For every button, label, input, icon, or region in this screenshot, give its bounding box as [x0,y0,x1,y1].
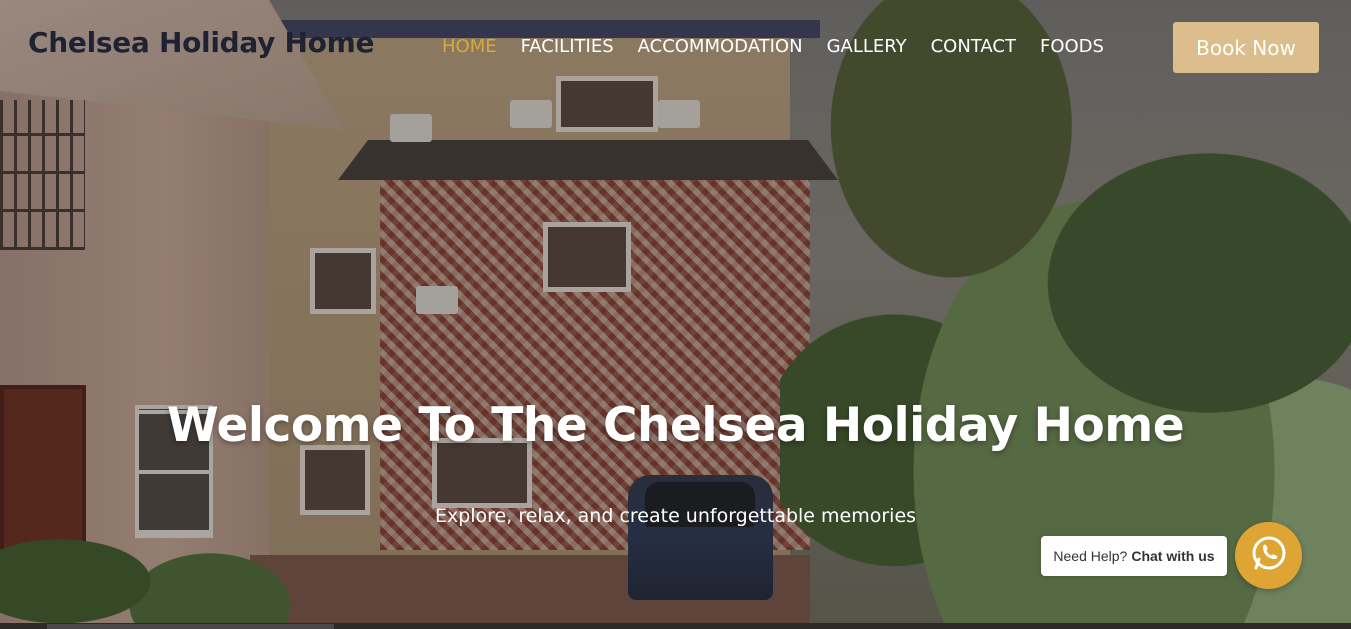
book-now-button[interactable]: Book Now [1173,22,1319,73]
hero-subtitle: Explore, relax, and create unforgettable… [434,505,917,527]
chat-prompt[interactable]: Need Help? Chat with us [1041,536,1227,576]
hero-section: Chelsea Holiday Home HOME FACILITIES ACC… [0,0,1351,629]
nav-item-gallery[interactable]: GALLERY [827,34,907,60]
main-nav: HOME FACILITIES ACCOMMODATION GALLERY CO… [442,34,1128,60]
hero-title: Welcome To The Chelsea Holiday Home [166,398,1185,453]
whatsapp-icon [1250,534,1288,577]
chat-prompt-action: Chat with us [1131,548,1215,564]
chat-prompt-prefix: Need Help? [1053,548,1128,564]
nav-item-home[interactable]: HOME [442,34,497,60]
site-logo[interactable]: Chelsea Holiday Home [28,26,374,59]
whatsapp-chat-button[interactable] [1235,522,1302,589]
site-header: Chelsea Holiday Home HOME FACILITIES ACC… [0,0,1351,95]
nav-item-foods[interactable]: FOODS [1040,34,1104,60]
horizontal-scrollbar-thumb[interactable] [47,624,334,629]
nav-item-accommodation[interactable]: ACCOMMODATION [638,34,803,60]
nav-item-facilities[interactable]: FACILITIES [521,34,614,60]
nav-item-contact[interactable]: CONTACT [931,34,1016,60]
